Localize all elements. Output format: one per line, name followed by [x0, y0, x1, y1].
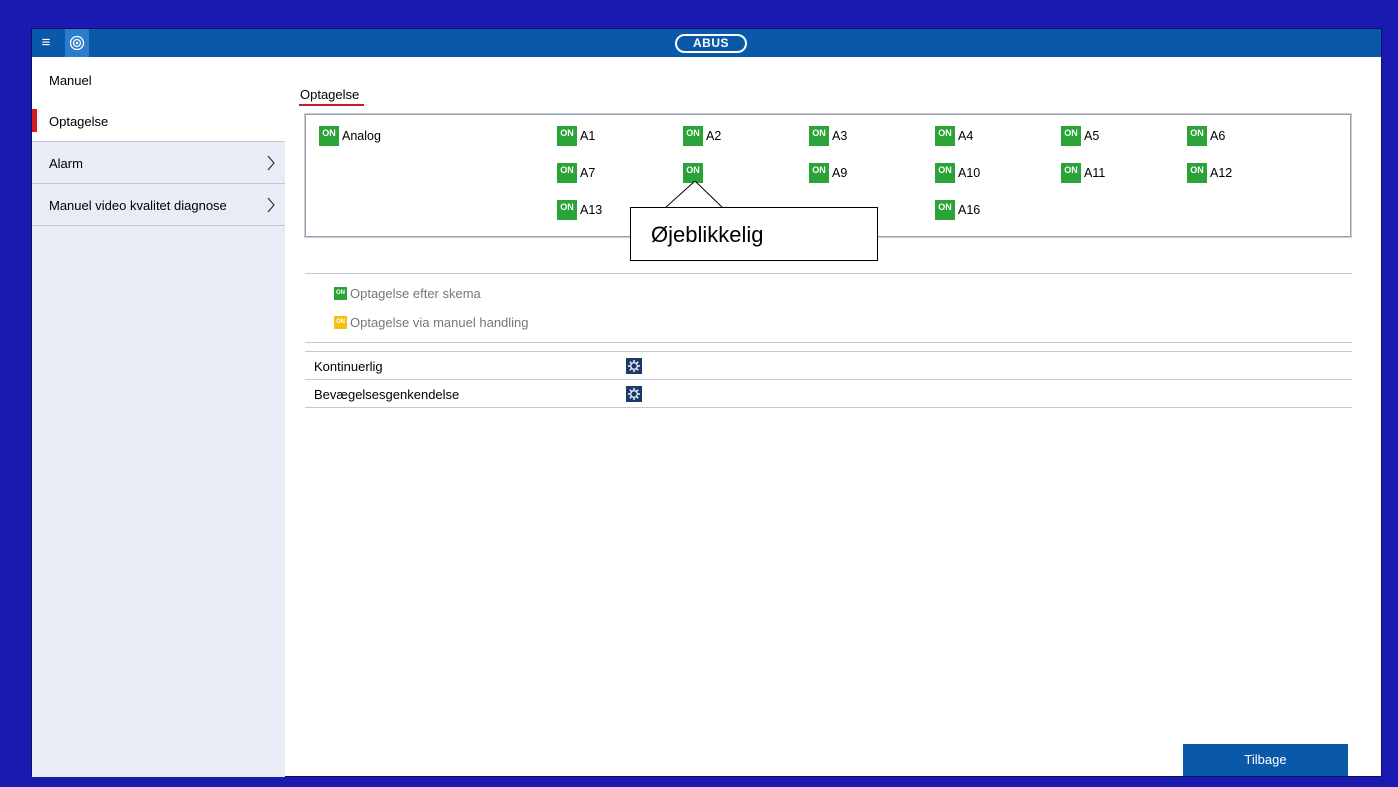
- camera-toggle-a5[interactable]: ON A5: [1061, 125, 1099, 147]
- settings-icon: [628, 388, 640, 400]
- camera-label: A4: [958, 129, 974, 143]
- analog-toggle[interactable]: ON Analog: [319, 125, 381, 147]
- divider: [305, 407, 1352, 408]
- live-view-button[interactable]: [65, 29, 89, 57]
- legend-manual: ON Optagelse via manuel handling: [334, 315, 529, 330]
- row-label-motion: Bevægelsesgenkendelse: [314, 387, 460, 402]
- divider: [305, 351, 1352, 352]
- camera-label: A3: [832, 129, 848, 143]
- camera-toggle-a4[interactable]: ON A4: [935, 125, 973, 147]
- camera-toggle-a13[interactable]: ON A13: [557, 199, 602, 221]
- camera-label: Analog: [342, 129, 381, 143]
- camera-toggle-a11[interactable]: ON A11: [1061, 162, 1105, 184]
- camera-label: A7: [580, 166, 596, 180]
- legend-schedule: ON Optagelse efter skema: [334, 286, 481, 301]
- on-badge: ON: [683, 163, 703, 183]
- main-content: Optagelse ON Analog ON A1 ON A2 ON A3 ON…: [285, 57, 1381, 776]
- camera-label: A6: [1210, 129, 1226, 143]
- sidebar-header: Manuel: [32, 57, 285, 100]
- on-badge: ON: [809, 163, 829, 183]
- camera-toggle-a3[interactable]: ON A3: [809, 125, 847, 147]
- sidebar-item-optagelse[interactable]: Optagelse: [32, 100, 285, 142]
- top-bar: ≡ ABUS: [32, 29, 1381, 57]
- camera-toggle-a2[interactable]: ON A2: [683, 125, 721, 147]
- divider: [305, 379, 1352, 380]
- camera-label: A5: [1084, 129, 1100, 143]
- divider: [305, 273, 1352, 274]
- camera-toggle-a12[interactable]: ON A12: [1187, 162, 1232, 184]
- on-badge: ON: [1061, 126, 1081, 146]
- back-button[interactable]: Tilbage: [1183, 744, 1348, 776]
- legend-label: Optagelse efter skema: [350, 286, 481, 301]
- camera-label: A11: [1084, 166, 1106, 180]
- camera-label: A1: [580, 129, 596, 143]
- camera-label: A16: [958, 203, 981, 217]
- on-badge: ON: [1187, 163, 1207, 183]
- hamburger-icon[interactable]: ≡: [38, 35, 54, 51]
- sidebar-item-label: Manuel video kvalitet diagnose: [49, 198, 227, 213]
- camera-label: A9: [832, 166, 848, 180]
- camera-label: A10: [958, 166, 981, 180]
- sidebar-item-video-diagnose[interactable]: Manuel video kvalitet diagnose: [32, 184, 285, 226]
- tooltip: Øjeblikkelig: [630, 207, 878, 261]
- camera-label: A12: [1210, 166, 1233, 180]
- on-badge: ON: [683, 126, 703, 146]
- divider: [305, 342, 1352, 343]
- on-badge: ON: [319, 126, 339, 146]
- on-badge: ON: [1061, 163, 1081, 183]
- app-window: ≡ ABUS Manuel Optagelse Alarm Manuel vid…: [31, 28, 1382, 777]
- sidebar-item-label: Optagelse: [49, 114, 109, 129]
- eye-icon: [69, 35, 85, 51]
- sidebar-item-alarm[interactable]: Alarm: [32, 142, 285, 184]
- camera-toggle-a7[interactable]: ON A7: [557, 162, 595, 184]
- on-badge: ON: [935, 126, 955, 146]
- legend-label: Optagelse via manuel handling: [350, 315, 529, 330]
- active-marker: [32, 109, 37, 132]
- settings-icon: [628, 360, 640, 372]
- on-badge: ON: [557, 163, 577, 183]
- on-badge: ON: [557, 126, 577, 146]
- sidebar: Manuel Optagelse Alarm Manuel video kval…: [32, 57, 285, 777]
- on-badge: ON: [557, 200, 577, 220]
- abus-logo: ABUS: [675, 34, 747, 53]
- tab-underline: [299, 104, 364, 106]
- on-badge: ON: [1187, 126, 1207, 146]
- camera-toggle-a16[interactable]: ON A16: [935, 199, 980, 221]
- settings-button[interactable]: [626, 358, 642, 374]
- on-badge: ON: [334, 316, 347, 329]
- row-label-continuous: Kontinuerlig: [314, 359, 383, 374]
- tab-optagelse[interactable]: Optagelse: [300, 87, 359, 102]
- on-badge: ON: [809, 126, 829, 146]
- camera-toggle-a1[interactable]: ON A1: [557, 125, 595, 147]
- chevron-right-icon: [267, 155, 275, 171]
- on-badge: ON: [334, 287, 347, 300]
- chevron-right-icon: [267, 197, 275, 213]
- camera-toggle-a9[interactable]: ON A9: [809, 162, 847, 184]
- on-badge: ON: [935, 163, 955, 183]
- logo-text: ABUS: [692, 36, 729, 50]
- tooltip-pointer: [665, 181, 725, 209]
- camera-toggle-a10[interactable]: ON A10: [935, 162, 980, 184]
- sidebar-item-label: Alarm: [49, 156, 83, 171]
- camera-label: A2: [706, 129, 722, 143]
- camera-label: A13: [580, 203, 603, 217]
- camera-toggle-a6[interactable]: ON A6: [1187, 125, 1225, 147]
- on-badge: ON: [935, 200, 955, 220]
- settings-button[interactable]: [626, 386, 642, 402]
